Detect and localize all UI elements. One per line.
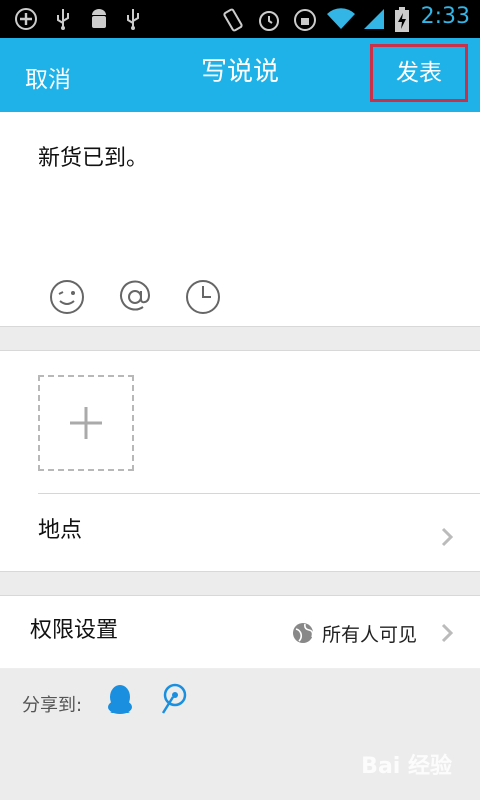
usb-icon-2 (127, 9, 139, 30)
emoji-icon[interactable] (49, 279, 85, 315)
chevron-right-icon (441, 527, 454, 547)
section-divider-2 (0, 571, 480, 596)
add-photo-button[interactable] (38, 375, 134, 471)
share-label: 分享到: (22, 695, 83, 716)
permission-row[interactable]: 权限设置 所有人可见 (0, 596, 480, 668)
add-circle-icon (15, 8, 37, 30)
plus-icon (70, 407, 102, 439)
status-bar: 2:33 (0, 0, 480, 38)
qq-icon[interactable] (106, 683, 134, 717)
globe-icon (293, 623, 314, 643)
clock-icon[interactable] (185, 279, 221, 315)
media-section: 地点 (0, 351, 480, 571)
permission-label: 权限设置 (30, 618, 119, 643)
signal-icon (364, 9, 384, 29)
mention-at-icon[interactable] (117, 279, 153, 315)
compose-area[interactable]: 新货已到。 (0, 112, 480, 326)
rotation-lock-icon (294, 9, 316, 31)
location-row[interactable]: 地点 (0, 494, 480, 571)
vibrate-icon (223, 8, 243, 32)
publish-button[interactable]: 发表 (370, 44, 468, 102)
compose-text-input[interactable]: 新货已到。 (38, 140, 148, 172)
usb-icon (57, 9, 69, 30)
android-debug-icon (92, 9, 106, 28)
permission-value: 所有人可见 (322, 624, 418, 646)
section-divider (0, 326, 480, 351)
share-bar: 分享到: Bai 经验 (0, 669, 480, 800)
watermark: Bai 经验 (361, 754, 452, 779)
tencent-weibo-icon[interactable] (160, 683, 188, 715)
alarm-icon (259, 11, 279, 31)
title-bar: 取消 写说说 发表 (0, 38, 480, 112)
battery-charging-icon (395, 7, 409, 32)
wifi-icon (327, 8, 355, 30)
status-clock: 2:33 (420, 4, 470, 29)
location-label: 地点 (38, 518, 83, 543)
chevron-right-icon-2 (441, 623, 454, 643)
